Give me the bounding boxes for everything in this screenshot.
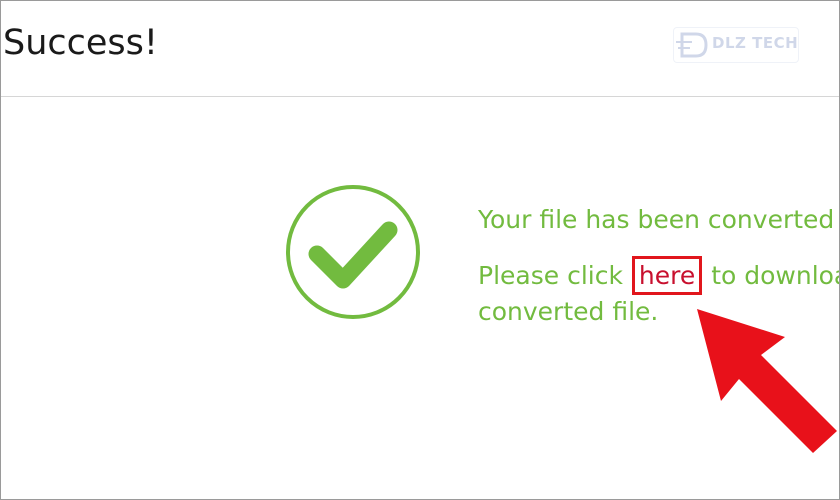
download-instruction: Please click here to download: [478, 256, 839, 295]
instruction-prefix: Please click: [478, 261, 623, 290]
watermark-logo: DLZ TECH: [673, 27, 799, 63]
check-circle-icon: [286, 185, 420, 319]
watermark-text: DLZ TECH: [712, 34, 799, 52]
download-here-link[interactable]: here: [631, 256, 703, 295]
success-dialog: Success! DLZ TECH Your file has been con…: [0, 0, 840, 500]
logo-mark-icon: [676, 32, 708, 58]
download-instruction-continued: converted file.: [478, 297, 659, 326]
arrow-pointer-icon: [697, 309, 837, 453]
page-title: Success!: [3, 23, 158, 63]
dialog-header: Success! DLZ TECH: [1, 1, 839, 97]
instruction-suffix: to download: [711, 261, 839, 290]
conversion-message: Your file has been converted: [478, 205, 835, 234]
